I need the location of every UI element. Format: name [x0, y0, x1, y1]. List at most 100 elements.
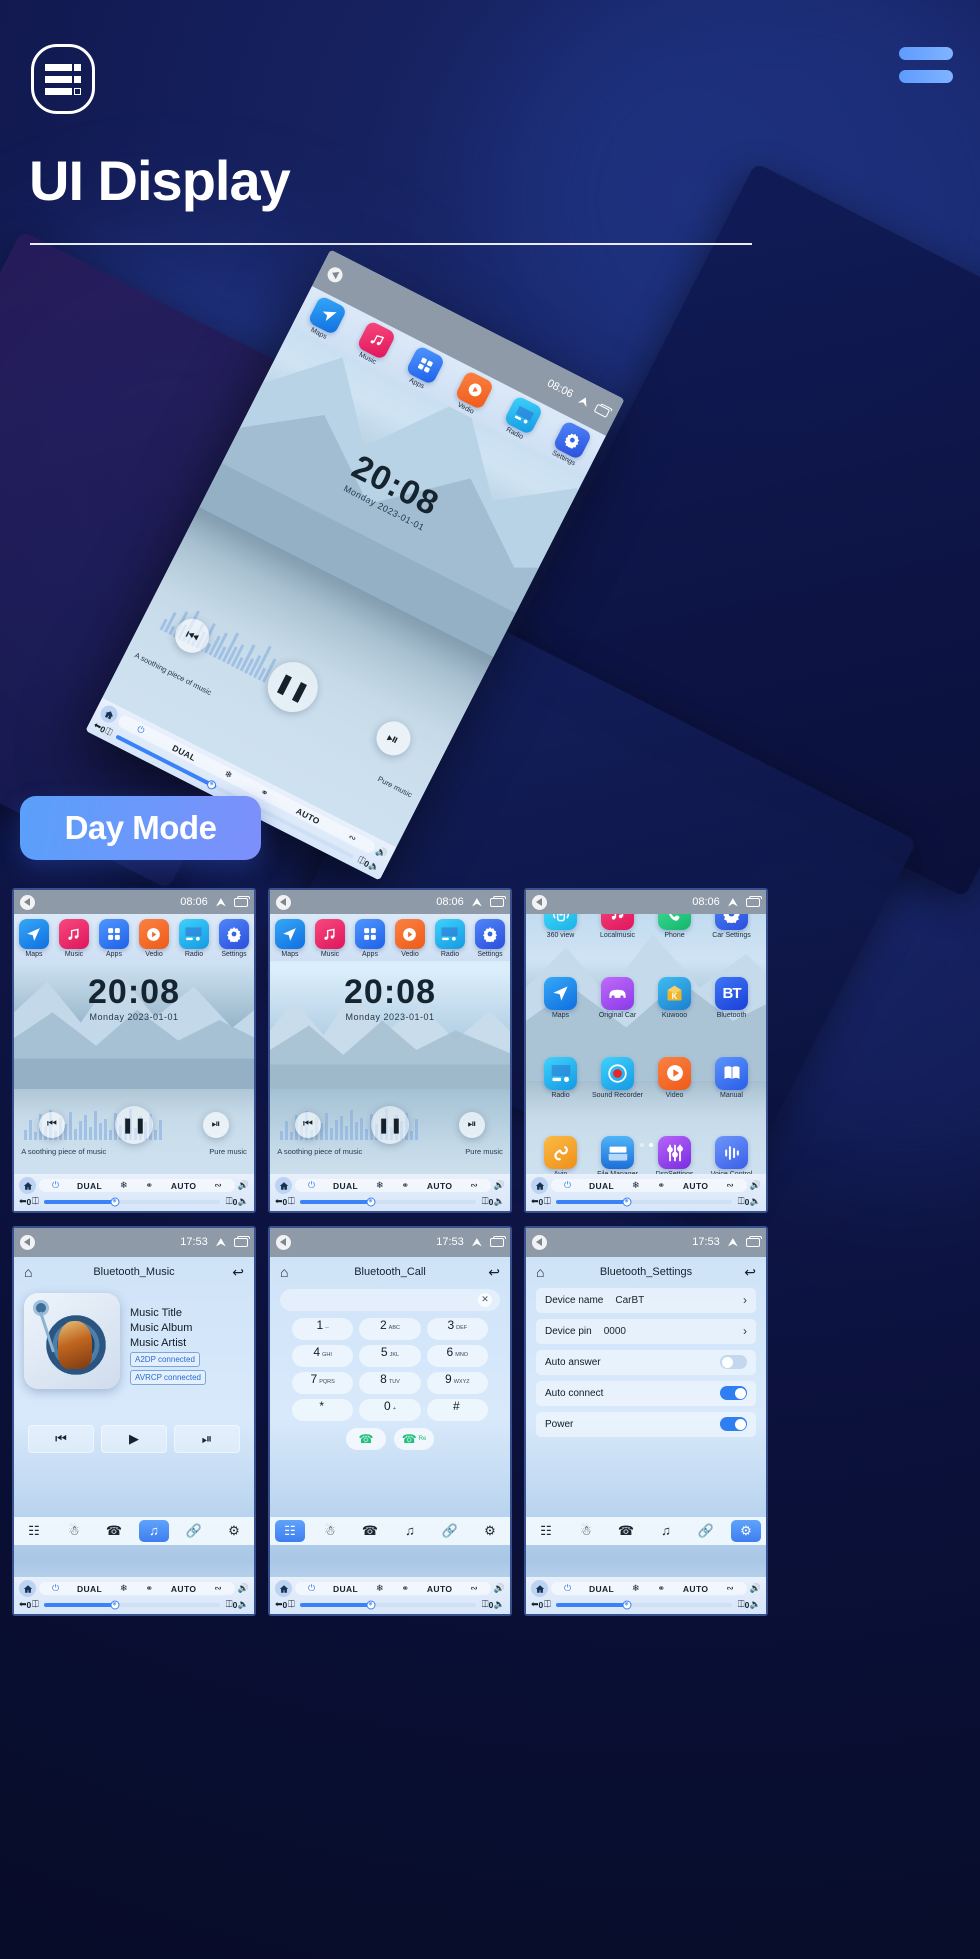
seat-icon[interactable]: ⎅	[32, 1599, 39, 1610]
skip-back-icon[interactable]: ⏮	[39, 1111, 65, 1138]
recirculate-icon[interactable]: ∾	[214, 1180, 222, 1191]
back-circle-icon[interactable]	[20, 894, 35, 910]
rear-defrost-icon[interactable]: ⚭	[145, 1583, 153, 1594]
power-toggle[interactable]	[720, 1417, 747, 1432]
volume-up-icon[interactable]: 🔊	[750, 1583, 761, 1594]
fan-slider[interactable]: ❋	[555, 1600, 733, 1609]
dock-app-maps[interactable]: Maps	[15, 919, 53, 958]
app-original-car[interactable]: Original Car	[589, 976, 646, 1052]
dual-label[interactable]: DUAL	[77, 1584, 102, 1594]
auto-label[interactable]: AUTO	[427, 1584, 453, 1594]
page-indicator[interactable]	[526, 1142, 766, 1147]
skip-forward-icon[interactable]: ⏯	[203, 1111, 229, 1138]
card-home-1[interactable]: 08:06 ⮝ Maps Music Apps Vedio Radio Sett…	[12, 888, 256, 1213]
volume-up-icon[interactable]: 🔊	[238, 1180, 249, 1191]
row-device-pin[interactable]: Device pin 0000 ›	[536, 1318, 756, 1344]
dock-app-radio[interactable]: Radio	[431, 919, 469, 958]
key-0[interactable]: 0 +	[359, 1398, 421, 1421]
home-icon[interactable]	[19, 1177, 36, 1194]
volume-up-icon[interactable]: 🔊	[238, 1583, 249, 1594]
key-1[interactable]: 1 --	[292, 1317, 354, 1340]
rear-defrost-icon[interactable]: ⚭	[145, 1180, 153, 1191]
volume-up-icon[interactable]: 🔊	[374, 845, 390, 860]
recirculate-icon[interactable]: ∾	[214, 1583, 222, 1594]
power-icon[interactable]: ⏻	[52, 1180, 59, 1191]
dock-app-apps[interactable]: Apps	[351, 919, 389, 958]
tab-settings[interactable]: ⚙	[219, 1520, 249, 1542]
app-kuwooo[interactable]: K Kuwooo	[646, 976, 703, 1052]
app-sound-recorder[interactable]: Sound Recorder	[589, 1056, 646, 1132]
clear-x-icon[interactable]: ✕	[478, 1292, 492, 1307]
app-maps[interactable]: Maps	[532, 976, 589, 1052]
home-icon[interactable]	[531, 1580, 548, 1597]
volume-up-icon[interactable]: 🔊	[750, 1180, 761, 1191]
tab-link[interactable]: 🔗	[435, 1520, 465, 1542]
key-hash[interactable]: #	[426, 1398, 488, 1421]
dual-label[interactable]: DUAL	[77, 1181, 102, 1191]
tab-contacts[interactable]: ☃	[315, 1520, 345, 1542]
recents-icon[interactable]	[746, 1235, 762, 1247]
back-circle-icon[interactable]	[532, 1234, 547, 1250]
key-4[interactable]: 4 GHI	[292, 1344, 354, 1367]
pause-icon[interactable]: ❚❚	[115, 1105, 153, 1144]
card-bluetooth-call[interactable]: 17:53 ⮝ ⌂ Bluetooth_Call ↩ ✕ 1-- 2ABC	[268, 1226, 512, 1616]
recents-icon[interactable]	[234, 1235, 250, 1247]
tab-dialpad[interactable]: ☷	[531, 1520, 561, 1542]
hamburger-icon[interactable]	[899, 47, 953, 83]
seat-icon[interactable]: ⎅	[32, 1196, 39, 1207]
skip-forward-icon[interactable]: ⏯	[459, 1111, 485, 1138]
call-button[interactable]: ☎	[346, 1427, 386, 1450]
dock-app-music[interactable]: Music	[55, 919, 93, 958]
recents-icon[interactable]	[490, 895, 506, 907]
return-icon[interactable]: ↩	[488, 1264, 500, 1281]
recents-icon[interactable]	[234, 895, 250, 907]
auto-connect-toggle[interactable]	[720, 1386, 747, 1401]
fan-slider[interactable]: ❋	[555, 1197, 733, 1206]
key-9[interactable]: 9 WXYZ	[426, 1371, 488, 1394]
tab-dialpad[interactable]: ☷	[275, 1519, 305, 1542]
key-2[interactable]: 2 ABC	[359, 1317, 421, 1340]
tab-contacts[interactable]: ☃	[59, 1520, 89, 1542]
tab-link[interactable]: 🔗	[691, 1520, 721, 1542]
card-bluetooth-music[interactable]: 17:53 ⮝ ⌂ Bluetooth_Music ↩ Music Title …	[12, 1226, 256, 1616]
key-6[interactable]: 6 MNO	[426, 1344, 488, 1367]
volume-down-icon[interactable]: 🔈	[750, 1196, 761, 1207]
back-circle-icon[interactable]	[20, 1234, 35, 1250]
key-3[interactable]: 3 DEF	[426, 1317, 488, 1340]
volume-down-icon[interactable]: 🔈	[494, 1599, 505, 1610]
volume-down-icon[interactable]: 🔈	[750, 1599, 761, 1610]
chevron-up-icon[interactable]: ⮝	[728, 896, 738, 908]
hero-device[interactable]: 08:06 ⮝ Maps Music Apps Vedio Radio Sett…	[85, 249, 625, 881]
rear-defrost-icon[interactable]: ⚭	[401, 1180, 409, 1191]
volume-down-icon[interactable]: 🔈	[494, 1196, 505, 1207]
recirculate-icon[interactable]: ∾	[346, 831, 358, 844]
fan-slider[interactable]: ❋	[43, 1197, 221, 1206]
volume-down-icon[interactable]: 🔈	[238, 1196, 249, 1207]
auto-answer-toggle[interactable]	[720, 1355, 747, 1370]
chevron-up-icon[interactable]: ⮝	[472, 896, 482, 908]
row-power[interactable]: Power	[536, 1411, 756, 1437]
dual-label[interactable]: DUAL	[589, 1181, 614, 1191]
seat-icon[interactable]: ⎅	[544, 1196, 551, 1207]
dial-input[interactable]: ✕	[280, 1288, 500, 1311]
skip-back-icon[interactable]: ⏮	[169, 613, 216, 659]
card-home-2[interactable]: 08:06 ⮝ Maps Music Apps Vedio Radio Sett…	[268, 888, 512, 1213]
power-icon[interactable]: ⏻	[564, 1583, 571, 1594]
dock-app-vedio[interactable]: Vedio	[391, 919, 429, 958]
seat-heat-icon[interactable]: ⎅	[737, 1196, 744, 1207]
seat-icon[interactable]: ⎅	[288, 1196, 295, 1207]
key-7[interactable]: 7 PQRS	[292, 1371, 354, 1394]
snowflake-icon[interactable]: ❄	[632, 1180, 640, 1191]
back-arrow-icon[interactable]: ⬅	[531, 1196, 539, 1207]
key-5[interactable]: 5 JKL	[359, 1344, 421, 1367]
dock-app-radio[interactable]: Radio	[175, 919, 213, 958]
recirculate-icon[interactable]: ∾	[470, 1180, 478, 1191]
recirculate-icon[interactable]: ∾	[470, 1583, 478, 1594]
tab-phone[interactable]: ☎	[611, 1520, 641, 1542]
dual-label[interactable]: DUAL	[589, 1584, 614, 1594]
power-icon[interactable]: ⏻	[308, 1180, 315, 1191]
pause-icon[interactable]: ❚❚	[371, 1105, 409, 1144]
dual-label[interactable]: DUAL	[333, 1584, 358, 1594]
back-arrow-icon[interactable]: ⬅	[275, 1599, 283, 1610]
seat-heat-icon[interactable]: ⎅	[225, 1599, 232, 1610]
